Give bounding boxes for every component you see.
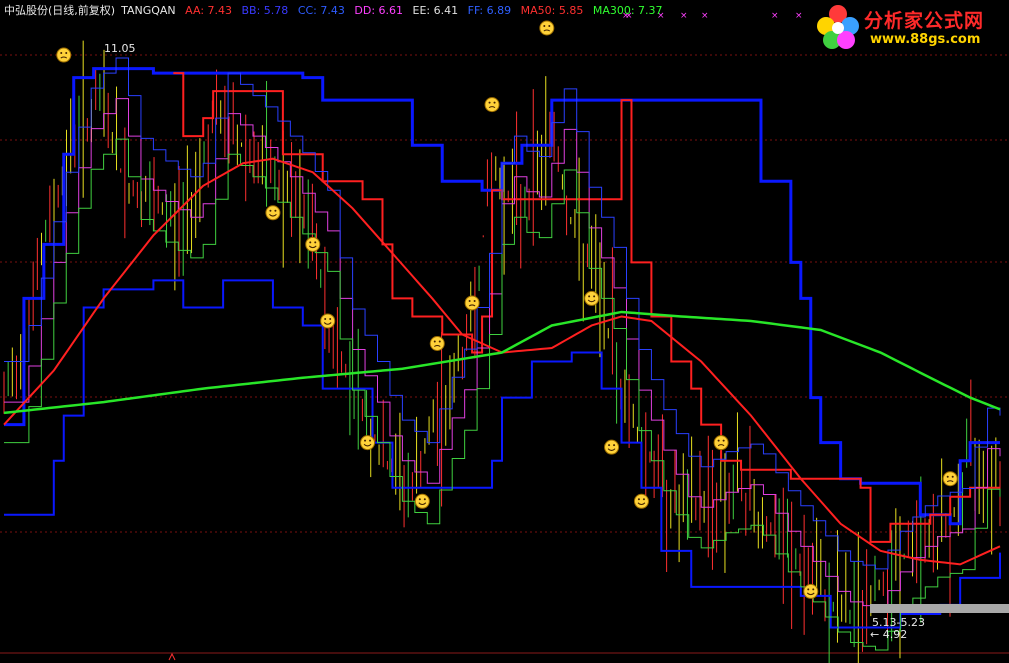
smile-marker-icon	[360, 435, 376, 451]
smile-marker-icon	[584, 290, 600, 306]
site-logo: 分析家公式网 www.88gs.com	[812, 2, 1008, 56]
marker-eye	[309, 241, 312, 244]
indicator-header: 中弘股份(日线,前复权) TANGQAN AA: 7.43 BB: 5.78 CC…	[4, 2, 669, 18]
marker-eye	[329, 317, 332, 320]
marker-eye	[637, 498, 640, 501]
smile-marker-icon	[414, 493, 430, 509]
neutral-marker-icon	[713, 435, 729, 451]
logo-title: 分析家公式网	[864, 10, 985, 32]
marker-eye	[369, 439, 372, 442]
smile-marker-icon	[633, 493, 649, 509]
value-cc: CC: 7.43	[297, 4, 345, 17]
signal-mark: ×	[701, 11, 709, 21]
marker-eye	[438, 340, 441, 343]
neutral-marker-icon	[429, 336, 445, 352]
marker-eye	[314, 241, 317, 244]
scroll-bar[interactable]	[870, 604, 1009, 613]
marker-eye	[468, 299, 471, 302]
neutral-marker-icon	[942, 471, 958, 487]
logo-url: www.88gs.com	[870, 32, 981, 47]
marker-eye	[433, 340, 436, 343]
neutral-marker-icon	[539, 20, 555, 36]
low-value: 4.92	[882, 628, 908, 641]
smile-marker-icon	[305, 236, 321, 252]
marker-eye	[548, 25, 551, 27]
marker-eye	[473, 299, 476, 302]
marker-eye	[324, 317, 327, 320]
flower-logo-icon	[817, 5, 859, 49]
signal-mark: ×	[680, 11, 688, 21]
bottom-arrow-icon	[168, 652, 176, 661]
marker-eye	[65, 52, 68, 55]
smile-marker-icon	[604, 439, 620, 455]
indicator-name: TANGQAN	[121, 4, 176, 17]
marker-eye	[364, 439, 367, 442]
marker-eye	[60, 52, 63, 55]
value-aa: AA: 7.43	[185, 4, 233, 17]
marker-eye	[722, 439, 725, 442]
stock-name: 中弘股份(日线,前复权)	[4, 4, 116, 17]
marker-eye	[593, 295, 596, 298]
marker-eye	[807, 588, 810, 591]
smile-marker-icon	[320, 313, 336, 329]
marker-eye	[543, 25, 546, 27]
value-bb: BB: 5.78	[241, 4, 289, 17]
smile-marker-icon	[803, 583, 819, 599]
marker-eye	[423, 498, 426, 501]
marker-eye	[488, 101, 491, 104]
marker-eye	[613, 444, 616, 447]
value-dd: DD: 6.61	[354, 4, 404, 17]
value-ff: FF: 6.89	[467, 4, 512, 17]
high-label: 11.05	[104, 42, 136, 55]
neutral-marker-icon	[484, 97, 500, 113]
marker-eye	[717, 439, 720, 442]
marker-eye	[812, 588, 815, 591]
marker-eye	[269, 209, 272, 212]
smile-marker-icon	[265, 205, 281, 221]
marker-eye	[951, 475, 954, 478]
signal-mark: ×	[771, 11, 779, 21]
marker-eye	[588, 295, 591, 298]
value-ma300: MA300: 7.37	[592, 4, 663, 17]
stock-chart: ×× × × × × ×	[0, 11, 1009, 663]
marker-eye	[608, 444, 611, 447]
marker-eye	[493, 101, 496, 104]
marker-eye	[274, 209, 277, 212]
marker-eye	[946, 475, 949, 478]
neutral-marker-icon	[464, 295, 480, 311]
signal-mark: ×	[795, 11, 803, 21]
marker-eye	[418, 498, 421, 501]
value-ee: EE: 6.41	[412, 4, 459, 17]
marker-eye	[642, 498, 645, 501]
neutral-marker-icon	[56, 47, 72, 63]
value-ma50: MA50: 5.85	[520, 4, 584, 17]
low-label: ← 4.92	[870, 628, 908, 641]
